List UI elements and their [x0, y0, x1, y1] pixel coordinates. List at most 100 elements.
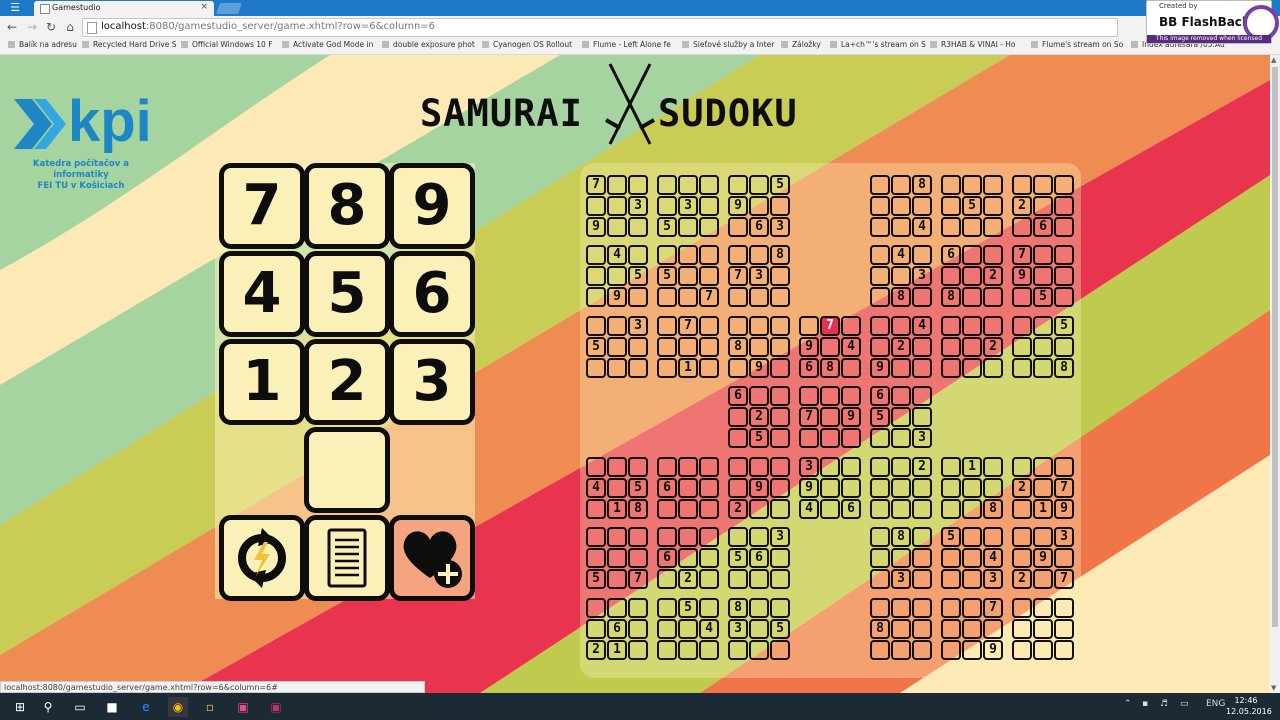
sudoku-cell[interactable]: 6: [1033, 217, 1053, 237]
sudoku-cell[interactable]: 8: [770, 245, 790, 265]
sudoku-cell[interactable]: 5: [1054, 316, 1074, 336]
sudoku-cell[interactable]: [699, 245, 719, 265]
sudoku-cell[interactable]: [912, 619, 932, 639]
sudoku-cell[interactable]: [607, 569, 627, 589]
bookmark-item[interactable]: Official Windows 10 F: [181, 40, 273, 49]
sudoku-cell[interactable]: 2: [728, 499, 748, 519]
browser-tab[interactable]: Gamestudio ×: [34, 1, 214, 16]
sudoku-cell[interactable]: [1012, 548, 1032, 568]
sudoku-cell[interactable]: [657, 598, 677, 618]
sudoku-cell[interactable]: [699, 358, 719, 378]
sudoku-cell[interactable]: [728, 245, 748, 265]
sudoku-cell[interactable]: 5: [657, 266, 677, 286]
sudoku-cell[interactable]: [1054, 287, 1074, 307]
sudoku-cell[interactable]: 9: [1033, 548, 1053, 568]
sudoku-cell[interactable]: [870, 548, 890, 568]
sudoku-cell[interactable]: [770, 358, 790, 378]
sudoku-cell[interactable]: [678, 619, 698, 639]
sudoku-cell[interactable]: 8: [891, 287, 911, 307]
sudoku-cell[interactable]: [770, 428, 790, 448]
sudoku-cell[interactable]: 2: [1012, 196, 1032, 216]
sudoku-cell[interactable]: [728, 217, 748, 237]
sudoku-cell[interactable]: [941, 569, 961, 589]
ide-icon[interactable]: ▣: [233, 697, 253, 717]
sudoku-cell[interactable]: [912, 527, 932, 547]
sudoku-cell[interactable]: [678, 548, 698, 568]
sudoku-cell[interactable]: [699, 175, 719, 195]
sudoku-cell[interactable]: [628, 619, 648, 639]
sudoku-cell[interactable]: [607, 175, 627, 195]
sudoku-cell[interactable]: [628, 527, 648, 547]
sudoku-cell[interactable]: [728, 478, 748, 498]
key-4[interactable]: 4: [219, 251, 305, 337]
sudoku-cell[interactable]: 1: [1033, 499, 1053, 519]
sudoku-cell[interactable]: [699, 478, 719, 498]
sudoku-cell[interactable]: [1033, 196, 1053, 216]
close-tab-icon[interactable]: ×: [200, 2, 208, 12]
sudoku-cell[interactable]: [586, 619, 606, 639]
sudoku-cell[interactable]: 8: [983, 499, 1003, 519]
key-9[interactable]: 9: [389, 163, 475, 249]
app-menu-icon[interactable]: ☰: [4, 1, 26, 15]
sudoku-cell[interactable]: [891, 478, 911, 498]
sudoku-cell[interactable]: [870, 478, 890, 498]
sudoku-cell[interactable]: [891, 175, 911, 195]
sudoku-cell[interactable]: 6: [657, 478, 677, 498]
sudoku-cell[interactable]: [1012, 499, 1032, 519]
sudoku-cell[interactable]: 8: [728, 598, 748, 618]
sudoku-cell[interactable]: [983, 457, 1003, 477]
sudoku-cell[interactable]: [678, 478, 698, 498]
sudoku-cell[interactable]: [749, 316, 769, 336]
sudoku-cell[interactable]: [941, 217, 961, 237]
sudoku-cell[interactable]: 1: [607, 499, 627, 519]
bookmark-item[interactable]: Balík na adresu: [8, 40, 77, 49]
sudoku-cell[interactable]: 4: [607, 245, 627, 265]
sudoku-cell[interactable]: [1054, 640, 1074, 660]
sudoku-cell[interactable]: [962, 527, 982, 547]
forward-icon[interactable]: →: [24, 19, 40, 35]
sudoku-cell[interactable]: 5: [628, 478, 648, 498]
sudoku-cell[interactable]: [870, 457, 890, 477]
sudoku-cell[interactable]: [962, 245, 982, 265]
sudoku-cell[interactable]: [586, 245, 606, 265]
sudoku-cell[interactable]: [1033, 527, 1053, 547]
sudoku-cell[interactable]: [870, 337, 890, 357]
clear-key[interactable]: [304, 427, 390, 513]
sudoku-cell[interactable]: [962, 499, 982, 519]
sudoku-cell[interactable]: [607, 598, 627, 618]
sudoku-cell[interactable]: [1033, 337, 1053, 357]
sudoku-cell[interactable]: [770, 457, 790, 477]
sudoku-cell[interactable]: [841, 386, 861, 406]
sudoku-cell[interactable]: [699, 266, 719, 286]
sudoku-cell[interactable]: [678, 640, 698, 660]
sudoku-cell[interactable]: [1033, 478, 1053, 498]
sudoku-cell[interactable]: [728, 407, 748, 427]
sudoku-cell[interactable]: [749, 386, 769, 406]
sudoku-cell[interactable]: 9: [607, 287, 627, 307]
sudoku-cell[interactable]: [912, 245, 932, 265]
sudoku-cell[interactable]: 3: [891, 569, 911, 589]
sudoku-cell[interactable]: [941, 457, 961, 477]
sudoku-cell[interactable]: [607, 478, 627, 498]
sudoku-cell[interactable]: [962, 569, 982, 589]
sudoku-cell[interactable]: 7: [628, 569, 648, 589]
sudoku-cell[interactable]: 6: [799, 358, 819, 378]
bookmark-item[interactable]: Sieťové služby a Inter: [682, 40, 774, 49]
sudoku-cell[interactable]: [699, 337, 719, 357]
sudoku-cell[interactable]: [1033, 358, 1053, 378]
sudoku-cell[interactable]: [912, 337, 932, 357]
sudoku-cell[interactable]: [891, 217, 911, 237]
sudoku-cell[interactable]: [770, 598, 790, 618]
sudoku-cell[interactable]: [983, 196, 1003, 216]
recorder-icon[interactable]: ▣: [266, 697, 286, 717]
sudoku-cell[interactable]: [657, 316, 677, 336]
sudoku-cell[interactable]: 5: [770, 175, 790, 195]
sudoku-cell[interactable]: [1012, 619, 1032, 639]
sudoku-cell[interactable]: [607, 316, 627, 336]
sudoku-cell[interactable]: 8: [820, 358, 840, 378]
sudoku-cell[interactable]: 9: [586, 217, 606, 237]
sudoku-cell[interactable]: [891, 316, 911, 336]
sudoku-cell[interactable]: [891, 407, 911, 427]
sudoku-cell[interactable]: [820, 499, 840, 519]
sudoku-cell[interactable]: [983, 358, 1003, 378]
